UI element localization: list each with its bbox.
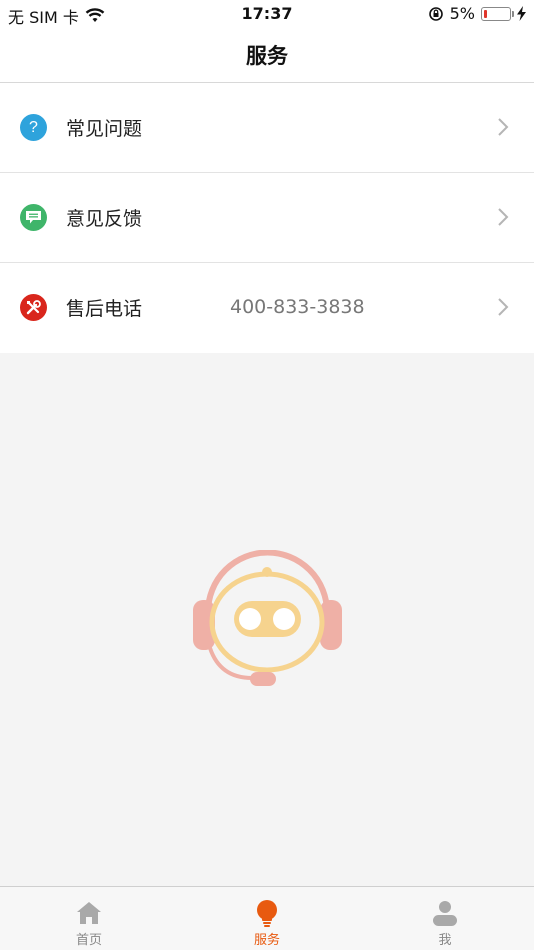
tab-service[interactable]: 服务 <box>178 887 356 950</box>
chevron-right-icon <box>498 118 509 136</box>
page-title: 服务 <box>246 44 288 68</box>
navigation-bar: 服务 <box>0 28 534 83</box>
tools-icon <box>20 294 47 321</box>
service-menu: ? 常见问题 意见反馈 售后电话 400-833-3838 <box>0 83 534 353</box>
user-icon <box>433 901 457 926</box>
question-icon: ? <box>20 114 47 141</box>
home-icon <box>77 902 101 924</box>
tab-home[interactable]: 首页 <box>0 887 178 950</box>
menu-item-hotline[interactable]: 售后电话 400-833-3838 <box>0 263 534 353</box>
menu-item-faq[interactable]: ? 常见问题 <box>0 83 534 173</box>
battery-icon <box>481 6 514 21</box>
menu-item-label: 售后电话 <box>66 298 143 320</box>
status-right: 5% <box>428 4 526 23</box>
menu-item-label: 常见问题 <box>66 118 143 140</box>
chat-icon <box>20 204 47 231</box>
support-robot-icon <box>193 550 342 686</box>
tab-label: 我 <box>438 933 452 948</box>
tab-label: 服务 <box>253 933 280 948</box>
tab-bar: 首页 服务 我 <box>0 886 534 950</box>
battery-percent: 5% <box>449 4 475 23</box>
menu-item-feedback[interactable]: 意见反馈 <box>0 173 534 263</box>
tab-label: 首页 <box>75 933 102 948</box>
menu-item-label: 意见反馈 <box>66 208 143 230</box>
orientation-lock-icon <box>428 6 443 21</box>
chevron-right-icon <box>498 298 509 316</box>
hotline-number[interactable]: 400-833-3838 <box>230 296 365 318</box>
charging-bolt-icon <box>517 6 526 21</box>
chevron-right-icon <box>498 208 509 226</box>
status-bar: 无 SIM 卡 17:37 5% <box>0 0 534 28</box>
tab-me[interactable]: 我 <box>356 887 534 950</box>
lightbulb-icon <box>257 900 277 927</box>
